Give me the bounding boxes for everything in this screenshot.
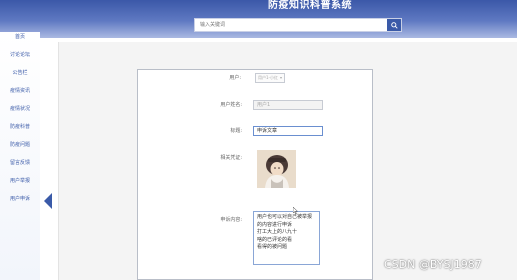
app-title: 防疫知识科普系统 [268,0,352,11]
sidebar-item-epidemic-status[interactable]: 疫情状况 [0,106,40,113]
search-button[interactable] [387,19,401,31]
evidence-label: 相关凭证: [220,155,242,161]
content-label: 申诉内容: [220,217,242,223]
search-bar [194,18,402,32]
sidebar-item-user-appeal[interactable]: 用户申诉 [0,196,40,203]
user-label: 用户: [229,75,241,81]
watermark: CSDN @BYSJ1987 [384,258,482,271]
evidence-photo-icon [257,150,296,188]
sidebar-item-epidemic-news[interactable]: 疫情资讯 [0,88,40,95]
sidebar-item-user-report[interactable]: 用户举报 [0,178,40,185]
sidebar-item-prevention-science[interactable]: 防疫科普 [0,124,40,131]
sidebar-item-prevention-questions[interactable]: 防疫问题 [0,142,40,149]
sidebar-item-announcements[interactable]: 公告栏 [0,70,40,77]
title-label: 标题: [230,128,242,134]
username-label: 用户姓名: [220,102,242,108]
user-select[interactable]: 用户1-小红 ▾ [255,73,285,83]
active-indicator-arrow [44,193,52,209]
mouse-cursor-icon [293,207,298,214]
sidebar-item-home[interactable]: 首页 [0,34,40,41]
username-field[interactable]: 用户1 [253,100,323,110]
top-header: 防疫知识科普系统 [0,0,517,38]
search-input[interactable] [195,19,387,31]
sidebar-nav: 首页 讨论论坛 公告栏 疫情资讯 疫情状况 防疫科普 防疫问题 留言反馈 用户举… [0,32,40,280]
content-textarea[interactable]: 用户也可以对自己被举报 的内容进行申诉 打工大上的八九十 啥的已评论的看 看得的… [253,211,320,265]
chevron-down-icon: ▾ [279,75,282,80]
title-field[interactable]: 申诉文章 [253,126,323,136]
sidebar-item-forum[interactable]: 讨论论坛 [0,52,40,59]
search-icon [390,21,398,29]
sidebar-item-feedback[interactable]: 留言反馈 [0,160,40,167]
user-select-value: 用户1-小红 [258,75,278,80]
evidence-image[interactable] [257,150,296,188]
